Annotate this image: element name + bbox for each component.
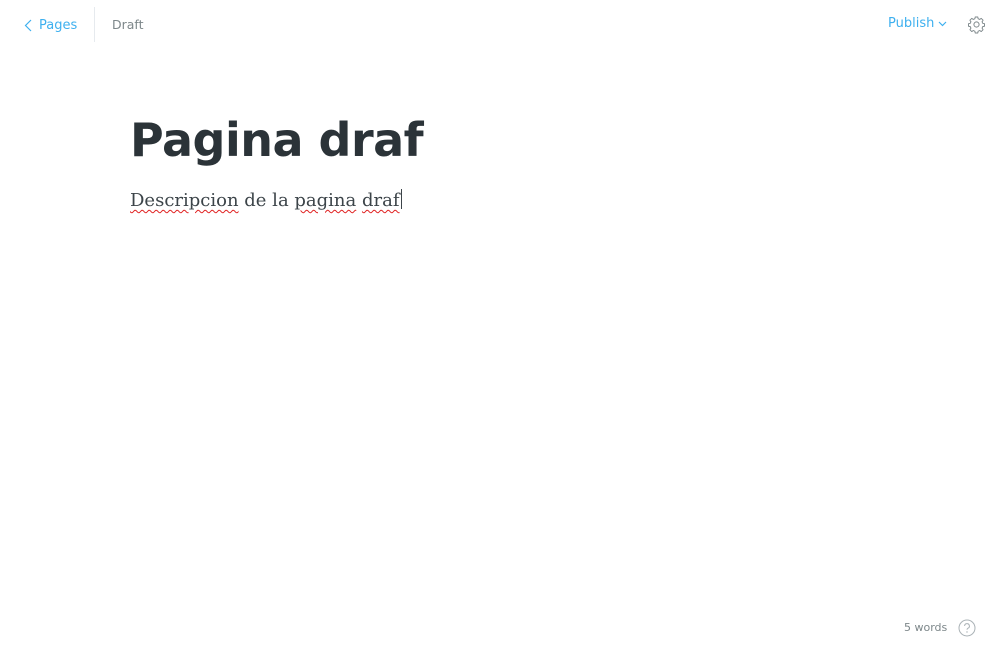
post-title-input[interactable]: Pagina draf	[130, 110, 424, 170]
header-divider	[94, 7, 95, 42]
back-to-pages-link[interactable]: Pages	[24, 14, 77, 36]
chevron-left-icon	[24, 19, 32, 32]
help-button[interactable]	[958, 619, 976, 637]
publish-label: Publish	[888, 16, 935, 31]
post-status: Draft	[112, 17, 144, 32]
word-count: 5 words	[904, 621, 948, 634]
settings-button[interactable]	[967, 15, 986, 34]
editor-page: Pages Draft Publish Pagina draf Descripc…	[0, 0, 1000, 660]
misspelled-word: pagina	[294, 190, 357, 211]
body-text: de la	[238, 190, 295, 211]
question-circle-icon	[958, 619, 976, 641]
misspelled-word: draf	[361, 190, 400, 211]
misspelled-word: Descripcion	[130, 190, 239, 211]
post-body-editor[interactable]: Descripcion de la pagina draf	[130, 188, 402, 214]
editor-header: Pages Draft Publish	[0, 0, 1000, 50]
gear-icon	[967, 16, 986, 38]
chevron-down-icon	[938, 16, 947, 31]
back-link-label: Pages	[39, 17, 78, 33]
publish-menu-button[interactable]: Publish	[888, 16, 947, 31]
text-caret	[400, 189, 402, 209]
